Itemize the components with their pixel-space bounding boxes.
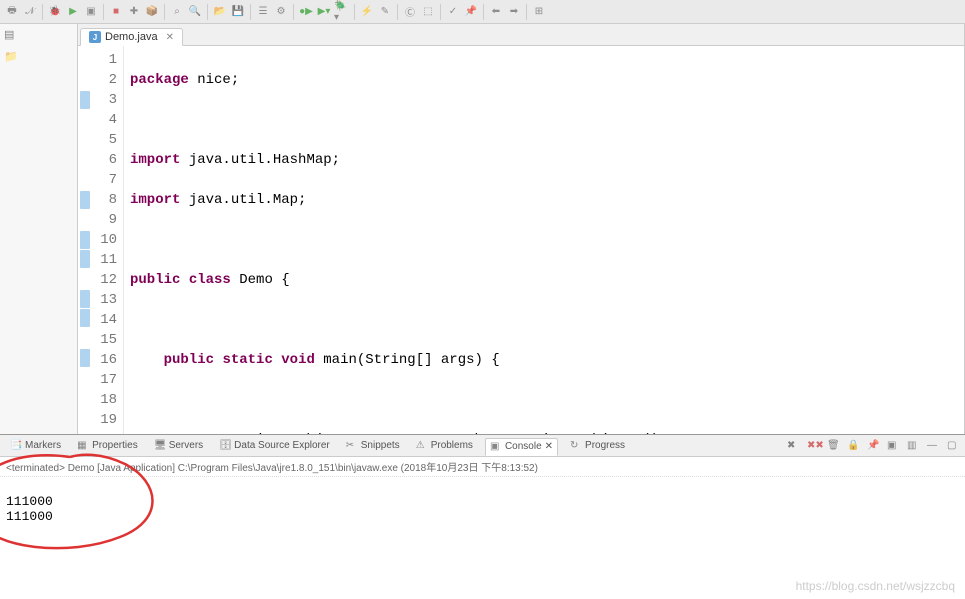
persp-icon[interactable]: ⊞ bbox=[531, 4, 547, 20]
print-icon[interactable]: 🖶 bbox=[4, 4, 20, 20]
open-icon[interactable]: 📂 bbox=[212, 4, 228, 20]
save-icon[interactable]: 💾 bbox=[230, 4, 246, 20]
build-icon[interactable]: ✎ bbox=[377, 4, 393, 20]
markers-icon: 📑 bbox=[10, 440, 22, 452]
display-selected-icon[interactable]: ▣ bbox=[887, 440, 899, 452]
clear-console-icon[interactable]: 🗑 bbox=[827, 440, 839, 452]
watermark-text: https://blog.csdn.net/wsjzzcbq bbox=[796, 579, 955, 593]
new-pkg-icon[interactable]: ⬚ bbox=[420, 4, 436, 20]
run-icon[interactable]: ▶ bbox=[65, 4, 81, 20]
progress-icon: ↻ bbox=[570, 440, 582, 452]
left-sidebar: ▤ 📁 bbox=[0, 24, 78, 434]
remove-launch-icon[interactable]: ✖ bbox=[787, 440, 799, 452]
text-icon[interactable]: 𝒩 bbox=[22, 4, 38, 20]
open-type-icon[interactable]: ⌕ bbox=[169, 4, 185, 20]
code-editor[interactable]: 1 2 3 4 5 6 7 8 9 10 11 12 13 14 15 16 1 bbox=[78, 46, 964, 434]
package-icon[interactable]: 📦 bbox=[144, 4, 160, 20]
editor-area: J Demo.java ✕ 1 2 3 4 5 6 bbox=[78, 24, 965, 434]
code-content[interactable]: package nice; import java.util.HashMap; … bbox=[124, 46, 964, 434]
tool1-icon[interactable]: ☰ bbox=[255, 4, 271, 20]
pin-console-icon[interactable]: 📌 bbox=[867, 440, 879, 452]
terminated-status: <terminated> Demo [Java Application] C:\… bbox=[0, 457, 965, 477]
new-class-icon[interactable]: Ⓒ bbox=[402, 4, 418, 20]
remove-all-icon[interactable]: ✖✖ bbox=[807, 440, 819, 452]
tab-markers[interactable]: 📑Markers bbox=[6, 438, 65, 454]
tab-snippets[interactable]: ✂Snippets bbox=[342, 438, 404, 454]
views-tab-bar: 📑Markers ▦Properties 🖥Servers 🗄Data Sour… bbox=[0, 435, 965, 457]
search-icon[interactable]: 🔍 bbox=[187, 4, 203, 20]
java-file-icon: J bbox=[89, 31, 101, 43]
tool2-icon[interactable]: ⚙ bbox=[273, 4, 289, 20]
servers-icon: 🖥 bbox=[154, 440, 166, 452]
scroll-lock-icon[interactable]: 🔒 bbox=[847, 440, 859, 452]
line-number-gutter: 1 2 3 4 5 6 7 8 9 10 11 12 13 14 15 16 1 bbox=[92, 46, 124, 434]
open-console-icon[interactable]: ▥ bbox=[907, 440, 919, 452]
tab-problems[interactable]: ⚠Problems bbox=[412, 438, 477, 454]
ext-tools-icon[interactable]: ⚡ bbox=[359, 4, 375, 20]
coverage-icon[interactable]: ▣ bbox=[83, 4, 99, 20]
editor-tab-label: Demo.java bbox=[105, 31, 158, 43]
console-icon: ▣ bbox=[490, 441, 502, 453]
close-icon[interactable]: ✕ bbox=[166, 32, 174, 43]
max-icon[interactable]: ▢ bbox=[947, 440, 959, 452]
min-icon[interactable]: — bbox=[927, 440, 939, 452]
debug-icon[interactable]: 🐞 bbox=[47, 4, 63, 20]
problems-icon: ⚠ bbox=[416, 440, 428, 452]
task-icon[interactable]: ✓ bbox=[445, 4, 461, 20]
debug-config-icon[interactable]: 🪲▾ bbox=[334, 4, 350, 20]
nav-fwd-icon[interactable]: ➡ bbox=[506, 4, 522, 20]
pin-icon[interactable]: 📌 bbox=[463, 4, 479, 20]
run-green-icon[interactable]: ●▶ bbox=[298, 4, 314, 20]
properties-icon: ▦ bbox=[77, 440, 89, 452]
stop-icon[interactable]: ■ bbox=[108, 4, 124, 20]
tab-servers[interactable]: 🖥Servers bbox=[150, 438, 207, 454]
editor-tab-demo[interactable]: J Demo.java ✕ bbox=[80, 28, 183, 46]
project-icon[interactable]: 📁 bbox=[4, 50, 20, 66]
snippets-icon: ✂ bbox=[346, 440, 358, 452]
main-toolbar: 🖶 𝒩 🐞 ▶ ▣ ■ ✚ 📦 ⌕ 🔍 📂 💾 ☰ ⚙ ●▶ ▶▾ 🪲▾ ⚡ ✎… bbox=[0, 0, 965, 24]
tab-data-source[interactable]: 🗄Data Source Explorer bbox=[215, 438, 334, 454]
datasource-icon: 🗄 bbox=[219, 440, 231, 452]
tab-progress[interactable]: ↻Progress bbox=[566, 438, 629, 454]
nav-back-icon[interactable]: ⬅ bbox=[488, 4, 504, 20]
bottom-panel: 📑Markers ▦Properties 🖥Servers 🗄Data Sour… bbox=[0, 434, 965, 599]
run-config-icon[interactable]: ▶▾ bbox=[316, 4, 332, 20]
marker-column bbox=[78, 46, 92, 434]
new-icon[interactable]: ✚ bbox=[126, 4, 142, 20]
editor-tab-bar: J Demo.java ✕ bbox=[78, 24, 964, 46]
tab-console[interactable]: ▣Console ✕ bbox=[485, 438, 558, 456]
tab-properties[interactable]: ▦Properties bbox=[73, 438, 142, 454]
outline-icon[interactable]: ▤ bbox=[4, 28, 20, 44]
